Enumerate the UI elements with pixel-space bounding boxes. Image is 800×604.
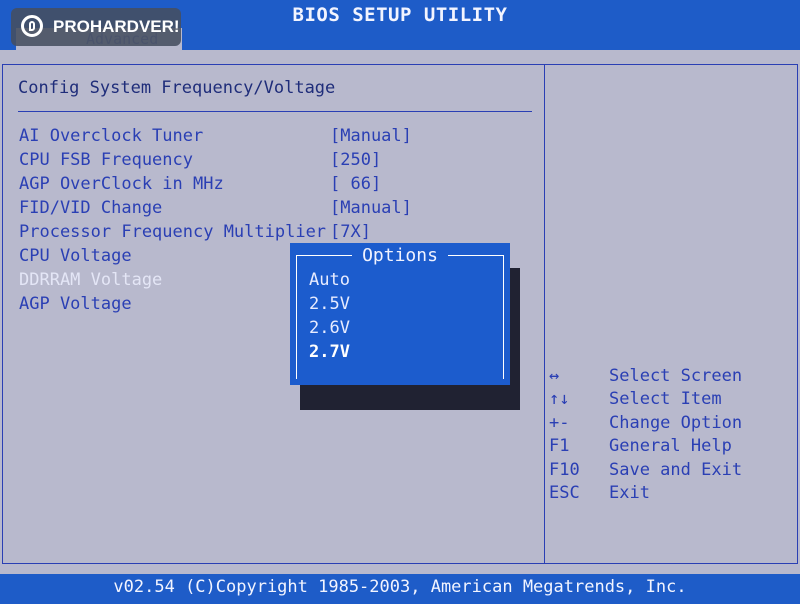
setting-label: FID/VID Change bbox=[19, 198, 163, 218]
setting-value: [ 66] bbox=[330, 174, 382, 194]
setting-value: [250] bbox=[330, 150, 382, 170]
option-auto[interactable]: Auto bbox=[309, 268, 350, 292]
popup-title-text: Options bbox=[352, 245, 448, 266]
watermark-text: PROHARDVER! bbox=[53, 17, 180, 36]
setting-value: [Manual] bbox=[330, 198, 412, 218]
setting-label: Processor Frequency Multiplier bbox=[19, 222, 327, 242]
setting-label: AGP OverClock in MHz bbox=[19, 174, 224, 194]
help-desc: Select Screen bbox=[609, 366, 743, 386]
help-desc: Change Option bbox=[609, 413, 743, 433]
left-right-arrow-icon: ↔ bbox=[549, 366, 560, 386]
help-desc: Exit bbox=[609, 483, 650, 503]
watermark-logo: PROHARDVER! bbox=[11, 8, 181, 46]
help-key: F1 bbox=[549, 436, 570, 456]
help-key: F10 bbox=[549, 460, 580, 480]
help-key: +- bbox=[549, 413, 570, 433]
setting-label: CPU FSB Frequency bbox=[19, 150, 193, 170]
help-desc: Save and Exit bbox=[609, 460, 743, 480]
option-2-5v[interactable]: 2.5V bbox=[309, 292, 350, 316]
setting-value: [7X] bbox=[330, 222, 371, 242]
help-key: ESC bbox=[549, 483, 580, 503]
up-down-arrow-icon: ↑↓ bbox=[549, 389, 570, 409]
setting-label: AI Overclock Tuner bbox=[19, 126, 204, 146]
setting-label: CPU Voltage bbox=[19, 246, 132, 266]
setting-label: DDRRAM Voltage bbox=[19, 270, 163, 290]
section-title: Config System Frequency/Voltage bbox=[18, 78, 336, 98]
option-2-6v[interactable]: 2.6V bbox=[309, 316, 350, 340]
popup-title: Options bbox=[290, 245, 510, 266]
panel-divider bbox=[544, 64, 545, 564]
setting-value: [Manual] bbox=[330, 126, 412, 146]
help-desc: General Help bbox=[609, 436, 732, 456]
options-popup: Options Auto 2.5V 2.6V 2.7V bbox=[290, 243, 510, 385]
title-underline bbox=[18, 111, 532, 112]
option-2-7v[interactable]: 2.7V bbox=[309, 340, 350, 364]
prohardver-logo-icon bbox=[21, 15, 43, 37]
copyright-footer: v02.54 (C)Copyright 1985-2003, American … bbox=[0, 574, 800, 604]
help-desc: Select Item bbox=[609, 389, 722, 409]
setting-label: AGP Voltage bbox=[19, 294, 132, 314]
